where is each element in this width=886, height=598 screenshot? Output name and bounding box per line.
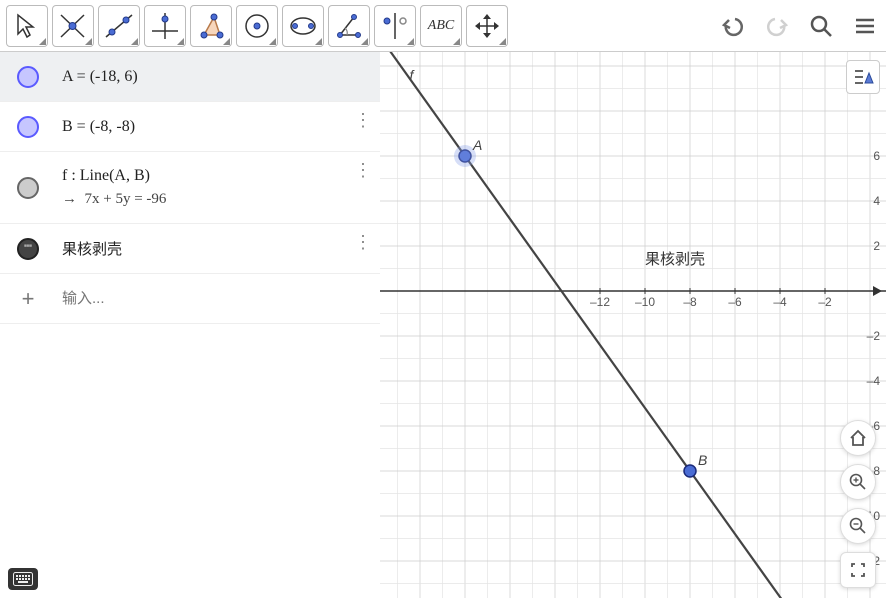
algebra-row-f[interactable]: f : Line(A, B) → 7x + 5y = -96 ⋮ [0,152,380,224]
svg-text:–8: –8 [683,295,697,309]
undo-button[interactable] [718,11,748,41]
zoom-out-button[interactable] [840,508,876,544]
fullscreen-button[interactable] [840,552,876,588]
algebra-input-row: + [0,274,380,324]
graphics-style-button[interactable] [846,60,880,94]
svg-text:–6: –6 [728,295,742,309]
algebra-row-b[interactable]: B = (-8, -8) ⋮ [0,102,380,152]
abc-label: ABC [428,18,454,34]
construction-tools: ABC [6,5,508,47]
move-view-tool[interactable] [466,5,508,47]
algebra-row-a[interactable]: A = (-18, 6) [0,52,380,102]
svg-text:f: f [410,67,416,83]
text-tool[interactable]: ABC [420,5,462,47]
algebra-input[interactable] [56,284,380,313]
menu-button[interactable] [850,11,880,41]
visibility-dot[interactable] [17,177,39,199]
angle-tool[interactable] [328,5,370,47]
svg-text:B: B [698,452,707,468]
svg-text:–2: –2 [867,329,881,343]
conic-tool[interactable] [282,5,324,47]
toolbar: ABC [0,0,886,52]
algebra-row-text[interactable]: "" 果核剥壳 ⋮ [0,224,380,274]
expr-a: A = (-18, 6) [56,58,380,96]
view-controls [840,420,876,588]
perpendicular-tool[interactable] [144,5,186,47]
add-icon[interactable]: + [0,286,56,312]
redo-button[interactable] [762,11,792,41]
expr-f: f : Line(A, B) → 7x + 5y = -96 [56,157,380,218]
expr-b: B = (-8, -8) [56,108,380,146]
svg-text:–4: –4 [867,374,881,388]
svg-text:–2: –2 [818,295,832,309]
graph-canvas[interactable]: –12–10–8–6–4–2 642–2–4–6–8–10–12 f A B 果… [380,52,886,598]
polygon-tool[interactable] [190,5,232,47]
move-tool[interactable] [6,5,48,47]
svg-text:2: 2 [873,239,880,253]
expr-text: 果核剥壳 [56,228,380,269]
algebra-view: A = (-18, 6) B = (-8, -8) ⋮ f : Line(A, … [0,52,380,598]
reflect-tool[interactable] [374,5,416,47]
row-menu-icon[interactable]: ⋮ [354,160,372,181]
right-toolbar [718,11,880,41]
home-button[interactable] [840,420,876,456]
svg-text:–4: –4 [773,295,787,309]
svg-text:6: 6 [873,149,880,163]
circle-tool[interactable] [236,5,278,47]
graphics-view[interactable]: –12–10–8–6–4–2 642–2–4–6–8–10–12 f A B 果… [380,52,886,598]
search-button[interactable] [806,11,836,41]
svg-text:–12: –12 [590,295,610,309]
svg-text:A: A [472,137,482,153]
visibility-dot[interactable]: "" [17,238,39,260]
zoom-in-button[interactable] [840,464,876,500]
svg-text:–10: –10 [635,295,655,309]
row-menu-icon[interactable]: ⋮ [354,110,372,131]
svg-text:果核剥壳: 果核剥壳 [645,251,705,268]
line-tool[interactable] [98,5,140,47]
svg-text:4: 4 [873,194,880,208]
point-tool[interactable] [52,5,94,47]
keyboard-toggle[interactable] [8,568,38,590]
visibility-dot[interactable] [17,66,39,88]
visibility-dot[interactable] [17,116,39,138]
row-menu-icon[interactable]: ⋮ [354,232,372,253]
